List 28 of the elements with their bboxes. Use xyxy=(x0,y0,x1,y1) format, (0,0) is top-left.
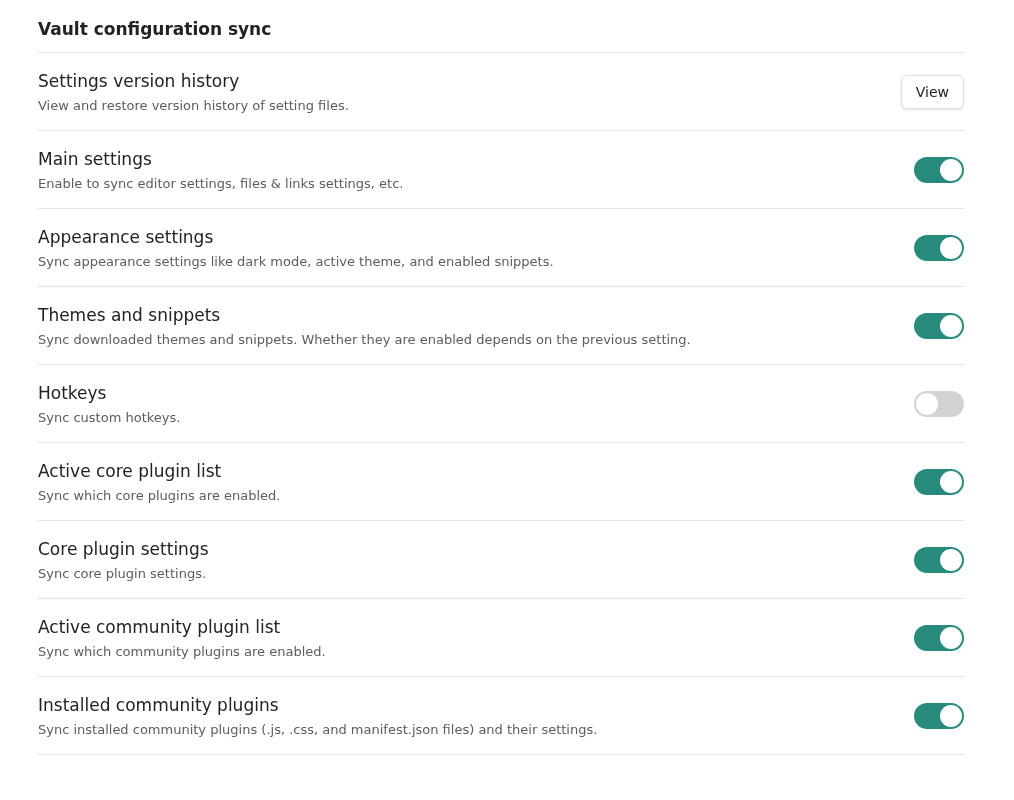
toggle-switch[interactable] xyxy=(914,234,964,261)
toggle-switch[interactable] xyxy=(914,468,964,495)
setting-name: Appearance settings xyxy=(38,226,215,247)
setting-description: Sync appearance settings like dark mode, active theme, and enabled snippets. xyxy=(38,253,554,269)
setting-description: Enable to sync editor settings, files & links settings, etc. xyxy=(38,175,404,191)
setting-description: View and restore version history of setting files. xyxy=(38,97,349,113)
setting-name: Settings version history xyxy=(38,70,241,91)
setting-description: Sync custom hotkeys. xyxy=(38,409,181,425)
toggle-switch[interactable] xyxy=(914,702,964,729)
setting-name: Main settings xyxy=(38,148,153,169)
setting-name: Core plugin settings xyxy=(38,538,209,559)
toggle-switch[interactable] xyxy=(914,312,964,339)
setting-name: Active community plugin list xyxy=(38,616,282,637)
view-button[interactable]: View xyxy=(900,74,964,109)
setting-name: Installed community plugins xyxy=(38,694,280,715)
setting-description: Sync core plugin settings. xyxy=(38,565,208,581)
setting-description: Sync which core plugins are enabled. xyxy=(38,487,281,503)
toggle-switch[interactable] xyxy=(914,624,964,651)
setting-description: Sync which community plugins are enabled. xyxy=(38,643,326,659)
setting-name: Active core plugin list xyxy=(38,460,223,481)
toggle-switch[interactable] xyxy=(914,156,964,183)
toggle-switch[interactable] xyxy=(914,546,964,573)
toggle-switch[interactable] xyxy=(914,390,964,417)
setting-name: Themes and snippets xyxy=(38,304,222,325)
setting-description: Sync installed community plugins (.js, .css, and manifest.json files) and their settings. xyxy=(38,721,598,737)
setting-description: Sync downloaded themes and snippets. Whether they are enabled depends on the previous setting. xyxy=(38,331,691,347)
setting-name: Hotkeys xyxy=(38,382,108,403)
section-heading: Vault configuration sync xyxy=(38,16,964,53)
